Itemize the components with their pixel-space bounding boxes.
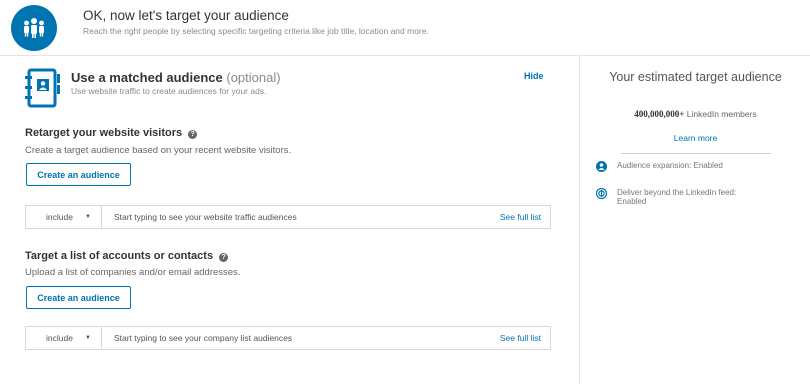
person-circle-icon xyxy=(596,161,607,172)
divider xyxy=(621,153,771,154)
see-full-list-link[interactable]: See full list xyxy=(500,333,541,343)
page-header: OK, now let's target your audience Reach… xyxy=(0,0,810,55)
hide-link[interactable]: Hide xyxy=(524,71,544,81)
learn-more-link[interactable]: Learn more xyxy=(581,133,810,143)
member-count: 400,000,000+ xyxy=(634,109,685,119)
audience-estimate-panel: Your estimated target audience 400,000,0… xyxy=(581,55,810,384)
question-circle-icon[interactable]: ? xyxy=(188,130,198,139)
page-title: OK, now let's target your audience xyxy=(83,8,289,23)
deliver-beyond-feed-status: Deliver beyond the LinkedIn feed: Enable… xyxy=(595,187,757,206)
retarget-section-title: Retarget your website visitors ? xyxy=(25,127,198,139)
company-audience-search-row: include ▼ See full list xyxy=(25,326,551,350)
retarget-title-text: Retarget your website visitors xyxy=(25,127,183,139)
audience-expansion-text: Audience expansion: Enabled xyxy=(617,161,723,170)
accounts-title-text: Target a list of accounts or contacts xyxy=(25,250,214,262)
caret-down-icon: ▼ xyxy=(84,214,91,220)
optional-label: (optional) xyxy=(226,70,281,85)
people-group-icon xyxy=(11,5,57,51)
targeting-panel: Use a matched audience (optional) Use we… xyxy=(0,55,580,384)
include-dropdown-label: include xyxy=(46,212,73,222)
address-book-icon xyxy=(24,68,64,110)
audience-expansion-status: Audience expansion: Enabled xyxy=(596,161,757,172)
matched-audience-description: Use website traffic to create audiences … xyxy=(71,86,267,96)
estimate-title: Your estimated target audience xyxy=(609,70,782,84)
create-company-audience-button[interactable]: Create an audience xyxy=(26,286,131,309)
accounts-section-title: Target a list of accounts or contacts ? xyxy=(25,250,229,262)
include-dropdown[interactable]: include ▼ xyxy=(26,327,102,349)
see-full-list-link[interactable]: See full list xyxy=(500,212,541,222)
matched-audience-title: Use a matched audience (optional) xyxy=(71,70,281,85)
question-circle-icon[interactable]: ? xyxy=(219,253,229,262)
caret-down-icon: ▼ xyxy=(84,335,91,341)
create-website-audience-button[interactable]: Create an audience xyxy=(26,163,131,186)
matched-audience-title-text: Use a matched audience xyxy=(71,70,223,85)
company-audience-search-input[interactable] xyxy=(103,327,473,349)
deliver-beyond-feed-text: Deliver beyond the LinkedIn feed: Enable… xyxy=(617,188,737,206)
estimate-count: 400,000,000+ LinkedIn members xyxy=(581,109,810,119)
include-dropdown[interactable]: include ▼ xyxy=(26,206,102,228)
page-subtitle: Reach the right people by selecting spec… xyxy=(83,26,429,36)
member-count-suffix: LinkedIn members xyxy=(686,109,757,119)
accounts-section-description: Upload a list of companies and/or email … xyxy=(25,267,241,278)
retarget-section-description: Create a target audience based on your r… xyxy=(25,145,292,156)
include-dropdown-label: include xyxy=(46,333,73,343)
overlapping-circles-icon xyxy=(595,187,608,200)
website-audience-search-row: include ▼ See full list xyxy=(25,205,551,229)
website-audience-search-input[interactable] xyxy=(103,206,473,228)
